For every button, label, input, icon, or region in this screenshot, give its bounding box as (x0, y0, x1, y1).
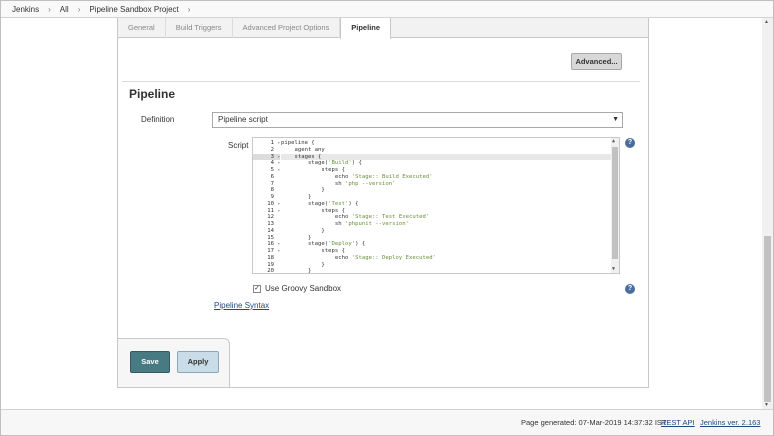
config-panel: General Build Triggers Advanced Project … (117, 18, 649, 388)
breadcrumb-all[interactable]: All (60, 5, 69, 14)
line-number: 5 ▾ (270, 167, 280, 174)
fold-arrow-icon[interactable]: ▾ (278, 201, 280, 208)
code-line[interactable]: } (281, 235, 611, 242)
definition-value: Pipeline script (218, 115, 268, 124)
line-number: 6 (270, 173, 274, 180)
fold-arrow-icon[interactable]: ▾ (278, 167, 280, 174)
breadcrumb-separator-icon[interactable]: › (188, 5, 191, 14)
button-bar: Save Apply (118, 338, 230, 387)
rest-api-link[interactable]: REST API (661, 418, 695, 427)
sandbox-help-icon[interactable]: ? (625, 284, 635, 294)
line-number: 7 (270, 180, 274, 187)
config-tabbar: General Build Triggers Advanced Project … (118, 18, 648, 39)
footer: Page generated: 07-Mar-2019 14:37:32 IST… (1, 409, 773, 435)
breadcrumb-project[interactable]: Pipeline Sandbox Project (89, 5, 178, 14)
line-number: 18 (267, 254, 274, 261)
line-number: 20 (267, 268, 274, 274)
code-line[interactable]: echo 'Stage:: Build Executed' (281, 174, 611, 181)
code-line[interactable]: echo 'Stage:: Deploy Executed' (281, 255, 611, 262)
editor-code[interactable]: pipeline { agent any stages { stage('Bui… (281, 140, 611, 273)
line-number: 14 (267, 227, 274, 234)
line-number: 9 (270, 194, 274, 200)
groovy-sandbox-row: ✓ Use Groovy Sandbox (253, 284, 341, 293)
code-line[interactable]: stage('Deploy') { (281, 241, 611, 248)
jenkins-version-link[interactable]: Jenkins ver. 2.163 (700, 418, 760, 427)
line-number: 16 ▾ (267, 241, 280, 248)
tab-general[interactable]: General (118, 18, 166, 38)
definition-select[interactable]: Pipeline script ▼ (212, 112, 623, 128)
code-line[interactable]: steps { (281, 167, 611, 174)
tab-advanced-project-options[interactable]: Advanced Project Options (233, 18, 341, 38)
line-number: 2 (270, 146, 274, 153)
section-divider (122, 81, 640, 82)
breadcrumb-jenkins[interactable]: Jenkins (12, 5, 39, 14)
page-generated-text: Page generated: 07-Mar-2019 14:37:32 IST (521, 418, 667, 427)
scroll-down-icon[interactable]: ▼ (764, 402, 769, 408)
code-line[interactable]: } (281, 228, 611, 235)
script-editor[interactable]: 1▾23▾4▾5▾678910▾11▾1213141516▾17▾1819202… (252, 137, 620, 274)
line-number: 12 (267, 214, 274, 221)
code-line[interactable]: stage('Test') { (281, 201, 611, 208)
code-line[interactable]: echo 'Stage:: Test Executed' (281, 214, 611, 221)
fold-arrow-icon[interactable]: ▾ (278, 154, 280, 161)
breadcrumb: Jenkins › All › Pipeline Sandbox Project… (1, 1, 773, 18)
section-title: Pipeline (129, 87, 176, 101)
fold-arrow-icon[interactable]: ▾ (278, 248, 280, 255)
code-line[interactable]: steps { (281, 248, 611, 255)
dropdown-arrow-icon: ▼ (612, 116, 619, 123)
code-line[interactable]: } (281, 187, 611, 194)
code-line[interactable]: sh 'php --version' (281, 181, 611, 188)
code-line[interactable]: stage('Build') { (281, 160, 611, 167)
code-line[interactable]: } (281, 194, 611, 201)
code-line[interactable]: stages { (281, 153, 611, 161)
page-scroll-thumb[interactable] (764, 236, 771, 402)
advanced-button[interactable]: Advanced... (571, 53, 622, 70)
scroll-up-icon[interactable]: ▲ (612, 138, 615, 145)
fold-arrow-icon[interactable]: ▾ (278, 160, 280, 167)
code-line[interactable]: steps { (281, 208, 611, 215)
script-label: Script (228, 141, 249, 150)
script-help-icon[interactable]: ? (625, 138, 635, 148)
line-number: 8 (270, 187, 274, 194)
code-line[interactable]: } (281, 262, 611, 269)
fold-arrow-icon[interactable]: ▾ (278, 140, 280, 147)
line-number: 3 ▾ (253, 153, 280, 161)
line-number: 11 ▾ (267, 207, 280, 215)
line-number: 10 ▾ (267, 200, 280, 208)
save-button[interactable]: Save (130, 351, 170, 373)
editor-scrollbar[interactable]: ▲ ▼ (611, 138, 619, 273)
line-number: 15 (267, 234, 274, 241)
fold-arrow-icon[interactable]: ▾ (278, 241, 280, 248)
code-line[interactable]: sh 'phpunit --version' (281, 221, 611, 228)
tab-build-triggers[interactable]: Build Triggers (166, 18, 233, 38)
code-line[interactable]: } (281, 268, 611, 273)
breadcrumb-separator-icon: › (48, 4, 51, 14)
scroll-up-icon[interactable]: ▲ (764, 19, 769, 25)
code-line[interactable]: agent any (281, 147, 611, 154)
line-number: 4 ▾ (270, 160, 280, 167)
editor-gutter: 1▾23▾4▾5▾678910▾11▾1213141516▾17▾1819202… (253, 140, 280, 274)
breadcrumb-separator-icon: › (77, 4, 81, 14)
pipeline-syntax-link[interactable]: Pipeline Syntax (214, 301, 269, 310)
groovy-sandbox-checkbox[interactable]: ✓ (253, 284, 261, 293)
scroll-down-icon[interactable]: ▼ (612, 266, 615, 273)
page-scrollbar[interactable]: ▲ ▼ (762, 18, 773, 409)
apply-button[interactable]: Apply (177, 351, 219, 373)
line-number: 17 ▾ (267, 248, 280, 255)
groovy-sandbox-label: Use Groovy Sandbox (265, 284, 342, 293)
tab-pipeline[interactable]: Pipeline (340, 18, 392, 39)
definition-label: Definition (141, 115, 175, 124)
fold-arrow-icon[interactable]: ▾ (278, 208, 280, 215)
editor-scroll-thumb[interactable] (612, 147, 618, 259)
line-number: 19 (267, 261, 274, 268)
line-number: 13 (267, 221, 274, 227)
code-line[interactable]: pipeline { (281, 140, 611, 147)
line-number: 1 ▾ (270, 140, 280, 147)
